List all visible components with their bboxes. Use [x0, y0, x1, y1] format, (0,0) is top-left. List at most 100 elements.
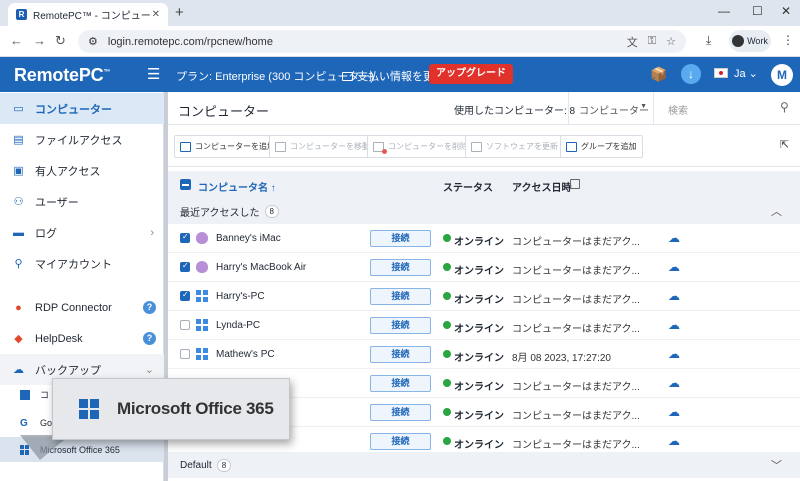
table-row[interactable]: Harry's-PC 接続 オンライン コンピューターはまだアク... ☁: [168, 282, 800, 311]
connect-button[interactable]: 接続: [370, 317, 431, 334]
help-icon[interactable]: ?: [143, 332, 156, 345]
bookmark-star-icon[interactable]: ☆: [666, 35, 676, 48]
office365-callout: Microsoft Office 365: [52, 378, 290, 440]
cloud-upload-icon[interactable]: ☁: [668, 231, 680, 245]
windows-icon: [196, 348, 208, 360]
delete-computer-button[interactable]: コンピューターを削除: [367, 135, 474, 158]
calendar-icon[interactable]: [570, 179, 580, 189]
table-row[interactable]: Lynda-PC 接続 オンライン コンピューターはまだアク... ☁: [168, 311, 800, 340]
table-row[interactable]: Harry's MacBook Air 接続 オンライン コンピューターはまだア…: [168, 253, 800, 282]
sidebar-item-file-access[interactable]: ▤ ファイルアクセス: [0, 124, 164, 155]
deploy-package-icon[interactable]: 📦: [650, 66, 667, 83]
sidebar-item-helpdesk[interactable]: ◆ HelpDesk ?: [0, 323, 164, 354]
url-input[interactable]: ⚙ login.remotepc.com/rpcnew/home 文 ⚿ ☆: [78, 30, 686, 53]
maximize-icon[interactable]: ☐: [752, 4, 763, 18]
users-icon: ⚇: [13, 196, 24, 208]
upgrade-button[interactable]: アップグレード: [429, 64, 513, 84]
download-icon[interactable]: ⤓: [706, 33, 711, 48]
screen-share-icon: ▣: [13, 165, 24, 177]
search-scope-select[interactable]: コンピューター ▼: [568, 92, 654, 125]
connect-button[interactable]: 接続: [370, 230, 431, 247]
sidebar-item-logs[interactable]: ▬ ログ ›: [0, 217, 164, 248]
chevron-down-icon[interactable]: ﹀: [771, 457, 782, 473]
tab-title: RemotePC™ - コンピューター: [33, 11, 152, 22]
monitor-icon: ▭: [13, 103, 24, 115]
user-avatar[interactable]: M: [771, 64, 793, 86]
group-count-badge: 8: [216, 458, 232, 472]
add-group-button[interactable]: グループを追加: [560, 135, 643, 158]
sidebar-item-my-account[interactable]: ⚲ マイアカウント: [0, 248, 164, 279]
search-icon[interactable]: ⚲: [780, 100, 789, 114]
cloud-upload-icon[interactable]: ☁: [668, 405, 680, 419]
backup-computer-icon: [20, 389, 30, 400]
connect-button[interactable]: 接続: [370, 433, 431, 450]
cloud-upload-icon[interactable]: ☁: [668, 376, 680, 390]
table-row[interactable]: Mathew's PC 接続 オンライン 8月 08 2023, 17:27:2…: [168, 340, 800, 369]
cloud-upload-icon[interactable]: ☁: [668, 289, 680, 303]
cloud-upload-icon[interactable]: ☁: [668, 260, 680, 274]
chevron-right-icon: ›: [150, 226, 154, 239]
connect-button[interactable]: 接続: [370, 375, 431, 392]
sidebar-item-computers[interactable]: ▭ コンピューター: [0, 93, 164, 124]
move-computer-button[interactable]: コンピューターを移動: [269, 135, 376, 158]
reload-icon[interactable]: ↻: [55, 33, 66, 49]
windows-icon: [79, 399, 99, 419]
app-header: RemotePC™ ☰ プラン: Enterprise (300 コンピューター…: [0, 57, 800, 92]
chevron-up-icon[interactable]: ︿: [771, 203, 782, 219]
site-info-icon[interactable]: ⚙: [88, 35, 98, 48]
download-app-icon[interactable]: ↓: [681, 64, 701, 84]
sidebar-item-attended-access[interactable]: ▣ 有人アクセス: [0, 155, 164, 186]
table-row[interactable]: Banney's iMac 接続 オンライン コンピューターはまだアク... ☁: [168, 224, 800, 253]
row-checkbox[interactable]: [180, 290, 190, 301]
file-icon: ▤: [13, 134, 24, 146]
column-computer-name[interactable]: コンピュータ名 ↑: [198, 179, 276, 194]
back-icon[interactable]: ←: [10, 33, 23, 48]
sidebar-item-users[interactable]: ⚇ ユーザー: [0, 186, 164, 217]
update-software-button[interactable]: ソフトウェアを更新: [465, 135, 564, 158]
japan-flag-icon[interactable]: [714, 68, 728, 78]
group-recent[interactable]: 最近アクセスした 8 ︿: [168, 198, 800, 224]
export-icon[interactable]: ⇱: [780, 138, 789, 151]
hamburger-menu-icon[interactable]: ☰: [147, 65, 160, 83]
profile-button[interactable]: Work: [729, 30, 771, 52]
help-icon[interactable]: ?: [143, 301, 156, 314]
row-checkbox[interactable]: [180, 261, 190, 272]
select-all-checkbox[interactable]: [180, 179, 191, 190]
profile-avatar-icon: [732, 35, 745, 47]
cloud-upload-icon[interactable]: ☁: [668, 347, 680, 361]
new-tab-icon[interactable]: +: [175, 4, 184, 21]
url-text: login.remotepc.com/rpcnew/home: [107, 35, 273, 48]
table-header: コンピュータ名 ↑ ステータス アクセス日時: [168, 171, 800, 198]
move-computer-icon: [275, 141, 286, 152]
translate-icon[interactable]: 文: [627, 34, 638, 50]
cloud-upload-icon[interactable]: ☁: [668, 434, 680, 448]
row-checkbox[interactable]: [180, 320, 190, 330]
browser-tab[interactable]: R RemotePC™ - コンピューター ✕: [8, 3, 168, 26]
close-tab-icon[interactable]: ✕: [152, 9, 160, 20]
connect-button[interactable]: 接続: [370, 259, 431, 276]
browser-menu-icon[interactable]: ⋮: [782, 33, 794, 47]
key-icon[interactable]: ⚿: [648, 35, 656, 48]
sidebar-item-rdp-connector[interactable]: ● RDP Connector ?: [0, 292, 164, 323]
close-window-icon[interactable]: ✕: [781, 4, 791, 18]
remotepc-favicon-icon: R: [16, 9, 27, 20]
row-checkbox[interactable]: [180, 232, 190, 243]
connect-button[interactable]: 接続: [370, 346, 431, 363]
online-status-icon: [443, 321, 451, 329]
helpdesk-icon: ◆: [14, 333, 23, 345]
person-icon: ⚲: [14, 258, 23, 270]
add-computer-button[interactable]: コンピューターを追加: [174, 135, 281, 158]
forward-icon[interactable]: →: [33, 33, 46, 48]
search-input[interactable]: 検索: [668, 102, 688, 117]
cloud-upload-icon[interactable]: ☁: [668, 318, 680, 332]
address-bar-area: ← → ↻ ⚙ login.remotepc.com/rpcnew/home 文…: [0, 26, 800, 57]
row-checkbox[interactable]: [180, 349, 190, 359]
chevron-down-icon: ⌄: [144, 364, 154, 376]
minimize-icon[interactable]: —: [718, 4, 730, 18]
connect-button[interactable]: 接続: [370, 404, 431, 421]
remotepc-logo[interactable]: RemotePC™: [14, 65, 110, 86]
language-select[interactable]: Ja ⌄: [734, 67, 758, 80]
connect-button[interactable]: 接続: [370, 288, 431, 305]
delete-computer-icon: [373, 141, 387, 154]
group-default[interactable]: Default 8 ﹀: [168, 452, 800, 478]
